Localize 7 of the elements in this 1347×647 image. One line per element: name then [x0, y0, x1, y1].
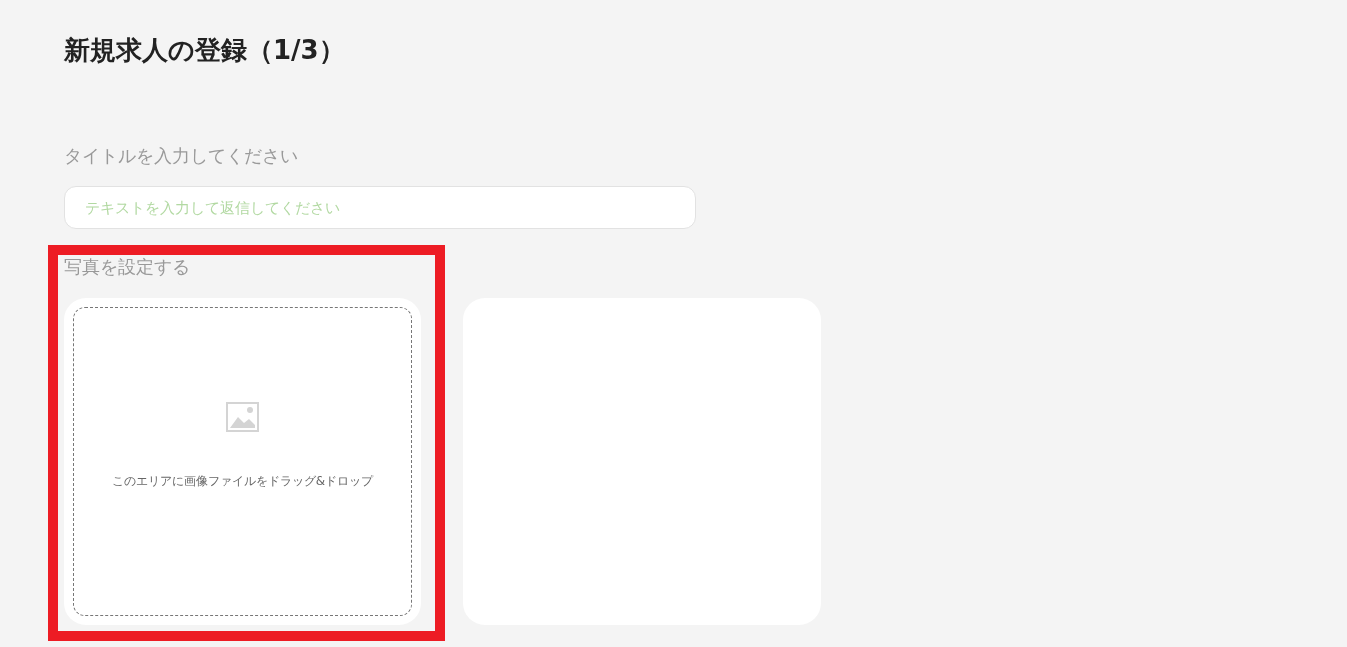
image-dropzone[interactable]: このエリアに画像ファイルをドラッグ&ドロップ: [73, 307, 412, 616]
page-title: 新規求人の登録（1/3）: [64, 34, 345, 67]
field-label: タイトルを入力してください: [64, 145, 298, 167]
section-label: 写真を設定する: [64, 256, 191, 278]
title-input-field[interactable]: テキストを入力して返信してください: [64, 186, 696, 229]
dropzone-hint: このエリアに画像ファイルをドラッグ&ドロップ: [111, 472, 374, 489]
image-icon: [226, 401, 259, 432]
